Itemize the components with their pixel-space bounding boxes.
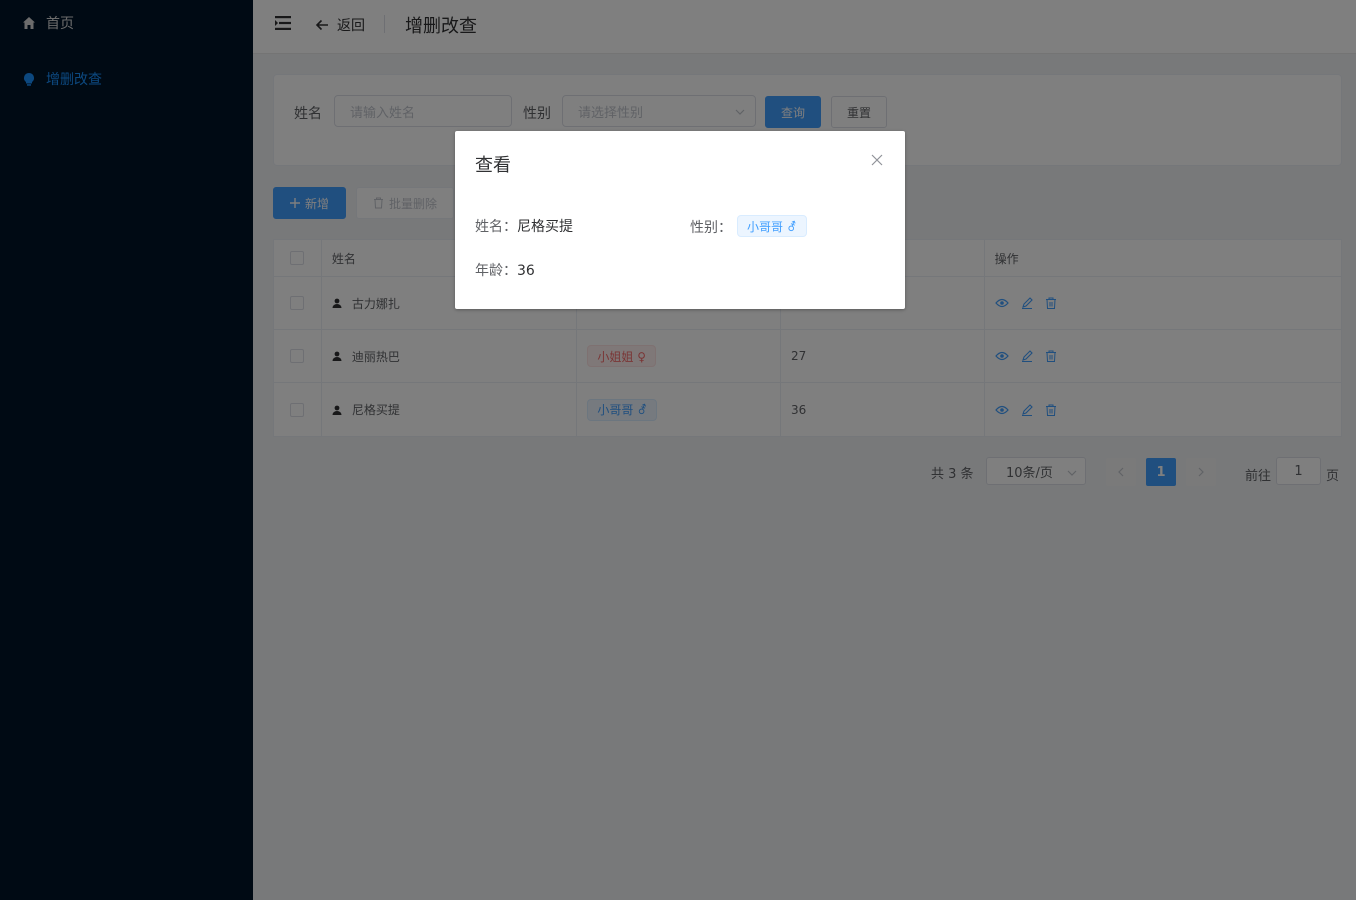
dialog-name-label: 姓名： (475, 219, 517, 235)
close-icon[interactable] (871, 154, 883, 166)
dialog-name-value: 尼格买提 (517, 219, 573, 235)
dialog-title: 查看 (475, 155, 511, 176)
dialog-gender-tag: 小哥哥 ⚦ (737, 215, 807, 237)
dialog-gender-label: 性别： (690, 220, 732, 236)
dialog-age-field: 年龄：36 (475, 260, 535, 280)
dialog-name-field: 姓名：尼格买提 (475, 216, 573, 236)
view-dialog: 查看 姓名：尼格买提 性别： 小哥哥 ⚦ 年龄：36 (455, 131, 905, 309)
dialog-age-value: 36 (517, 263, 535, 279)
dialog-age-label: 年龄： (475, 263, 517, 279)
